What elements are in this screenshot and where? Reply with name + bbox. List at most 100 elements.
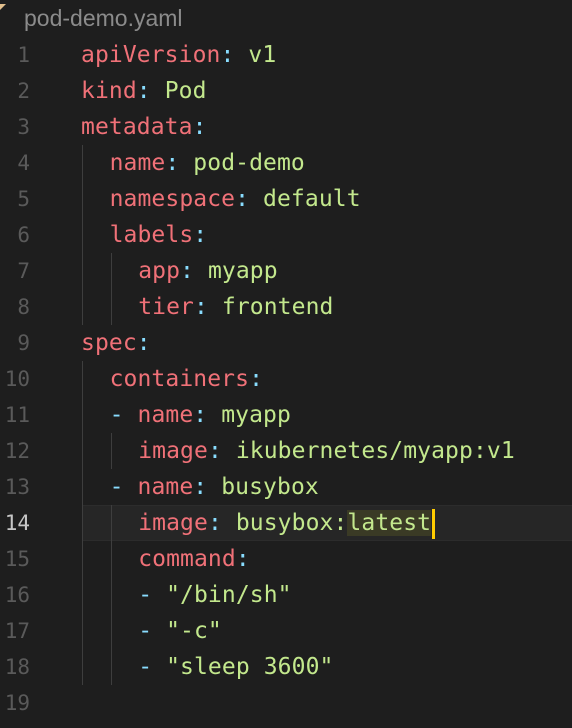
code-line[interactable]: 3 metadata: (0, 109, 572, 145)
line-number: 17 (4, 619, 30, 643)
code-line[interactable]: 19 (0, 685, 572, 721)
yaml-colon: : (207, 438, 222, 464)
line-number: 2 (17, 79, 30, 103)
indent-guide (110, 649, 112, 685)
yaml-value: busybox: (235, 510, 348, 536)
line-number: 15 (4, 547, 30, 571)
code-line[interactable]: 6 labels: (0, 217, 572, 253)
line-number: 7 (17, 259, 30, 283)
line-code[interactable]: app: myapp (138, 253, 278, 289)
indent-guide (82, 397, 83, 433)
yaml-value: "-c" (166, 618, 222, 644)
line-code[interactable]: command: (138, 541, 250, 577)
indent-guide (82, 289, 83, 325)
code-line[interactable]: 16 - "/bin/sh" (0, 577, 572, 613)
line-code[interactable]: namespace: default (110, 181, 361, 217)
yaml-colon: : (136, 78, 151, 104)
modified-corner-icon (0, 4, 6, 10)
code-line[interactable]: 10 containers: (0, 361, 572, 397)
line-code[interactable]: spec: (81, 325, 151, 361)
yaml-colon: : (136, 330, 151, 356)
list-dash: - (138, 654, 153, 680)
yaml-value: "/bin/sh" (166, 582, 292, 608)
code-line[interactable]: 11 - name: myapp (0, 397, 572, 433)
yaml-colon: : (193, 402, 208, 428)
indent-guide (82, 577, 83, 613)
editor-lines[interactable]: 1 apiVersion: v1 2 kind: Pod 3 metadata: 4 name… (0, 37, 572, 721)
code-line[interactable]: 2 kind: Pod (0, 73, 572, 109)
yaml-colon: : (193, 474, 208, 500)
yaml-colon: : (193, 222, 208, 248)
yaml-colon: : (220, 42, 235, 68)
line-number: 8 (17, 295, 30, 319)
list-dash: - (138, 618, 153, 644)
yaml-key: apiVersion (81, 42, 221, 68)
code-line[interactable]: 9 spec: (0, 325, 572, 361)
line-code[interactable]: tier: frontend (138, 289, 333, 325)
yaml-key: kind (81, 78, 137, 104)
code-editor[interactable]: pod-demo.yaml 1 apiVersion: v1 2 kind: Pod 3… (0, 0, 572, 728)
code-line[interactable]: 14 image: busybox:latest (0, 505, 572, 541)
line-number: 12 (4, 439, 30, 463)
indent-guide (82, 469, 83, 505)
code-line[interactable]: 4 name: pod-demo (0, 145, 572, 181)
yaml-colon: : (235, 186, 250, 212)
code-line[interactable]: 18 - "sleep 3600" (0, 649, 572, 685)
line-number: 19 (4, 691, 30, 715)
line-code[interactable]: - name: busybox (110, 469, 319, 505)
code-line[interactable]: 13 - name: busybox (0, 469, 572, 505)
yaml-key: labels (109, 222, 194, 248)
line-code[interactable]: - "-c" (138, 613, 222, 649)
yaml-value: myapp (207, 258, 278, 284)
line-code[interactable]: - "sleep 3600" (138, 649, 333, 685)
code-line[interactable]: 5 namespace: default (0, 181, 572, 217)
indent-guide (82, 217, 83, 253)
line-code[interactable]: apiVersion: v1 (81, 37, 276, 73)
yaml-key: tier (138, 294, 194, 320)
line-number: 4 (17, 151, 30, 175)
yaml-value: myapp (221, 402, 291, 428)
yaml-value: default (263, 186, 361, 212)
line-code[interactable]: containers: (110, 361, 263, 397)
yaml-colon: : (207, 510, 222, 536)
line-number: 16 (4, 583, 30, 607)
yaml-key: app (138, 258, 181, 284)
yaml-value: pod-demo (193, 150, 305, 176)
line-code[interactable]: kind: Pod (81, 73, 207, 109)
code-line[interactable]: 8 tier: frontend (0, 289, 572, 325)
selected-text: latest (347, 510, 432, 536)
line-code[interactable]: image: ikubernetes/myapp:v1 (138, 433, 515, 469)
yaml-key: namespace (109, 186, 236, 212)
line-code[interactable]: name: pod-demo (110, 145, 305, 181)
yaml-value: busybox (221, 474, 319, 500)
line-code[interactable]: metadata: (81, 109, 207, 145)
yaml-value: frontend (221, 294, 334, 320)
indent-guide (110, 433, 112, 469)
indent-guide (82, 505, 83, 541)
line-code[interactable]: labels: (110, 217, 208, 253)
list-dash: - (109, 474, 124, 500)
line-number: 6 (17, 223, 30, 247)
code-line[interactable]: 1 apiVersion: v1 (0, 37, 572, 73)
code-line[interactable]: 7 app: myapp (0, 253, 572, 289)
yaml-key: spec (81, 330, 137, 356)
indent-guide (110, 505, 112, 541)
indent-guide (110, 289, 112, 325)
line-number: 11 (4, 403, 30, 427)
yaml-key: containers (109, 366, 250, 392)
yaml-colon: : (180, 258, 194, 284)
code-line[interactable]: 12 image: ikubernetes/myapp:v1 (0, 433, 572, 469)
code-line[interactable]: 17 - "-c" (0, 613, 572, 649)
yaml-key: command (138, 546, 236, 572)
line-number: 1 (17, 43, 30, 67)
code-line[interactable]: 15 command: (0, 541, 572, 577)
line-code[interactable]: image: busybox:latest (138, 505, 436, 541)
line-code[interactable]: - "/bin/sh" (138, 577, 291, 613)
file-tab-title[interactable]: pod-demo.yaml (24, 2, 183, 34)
yaml-value: Pod (164, 78, 207, 104)
yaml-key: name (137, 474, 194, 500)
line-number: 13 (4, 475, 30, 499)
line-code[interactable]: - name: myapp (110, 397, 291, 433)
line-number: 14 (4, 511, 30, 535)
list-dash: - (109, 402, 124, 428)
